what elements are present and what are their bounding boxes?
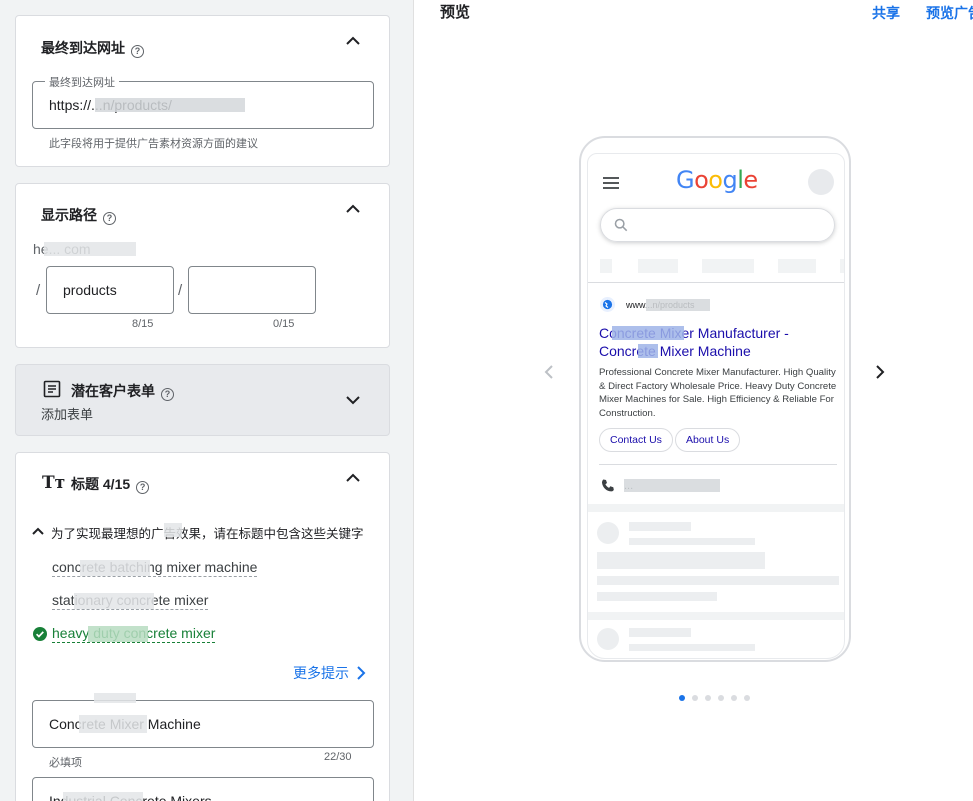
google-logo: Google: [676, 166, 758, 194]
keyword-tip-heading: 为了实现最理想的广告效果，请在标题中包含这些关键字: [51, 527, 364, 541]
section-gap: [588, 504, 844, 512]
chevron-up-icon[interactable]: [341, 197, 365, 221]
headlines-card: Tт 标题 4/15? 为了实现最理想的广告效果，请在标题中包含这些关键字 co…: [15, 452, 390, 801]
chevron-right-icon: [357, 666, 366, 680]
final-url-field-label: 最终到达网址: [45, 74, 119, 90]
chevron-right-icon[interactable]: [870, 362, 890, 382]
lead-form-card[interactable]: 潜在客户表单? 添加表单: [15, 364, 390, 436]
chip-placeholder: [638, 259, 678, 273]
headline1-required: 必填项: [49, 757, 82, 769]
redacted-pixels: [638, 344, 658, 358]
final-url-input[interactable]: 最终到达网址 https://...n/products/: [32, 74, 374, 129]
final-url-card: 最终到达网址? 最终到达网址 https://...n/products/ 此字…: [15, 15, 390, 167]
text-size-icon: Tт: [42, 473, 66, 493]
chip-placeholder: [778, 259, 816, 273]
chevron-up-small-icon[interactable]: [30, 523, 46, 539]
redacted-pixels: [44, 242, 136, 256]
display-path-card: 显示路径? he... com / products 8/15 / 0/15: [15, 183, 390, 348]
redacted-pixels: [88, 626, 148, 642]
chevron-up-icon[interactable]: [341, 466, 365, 490]
chevron-up-icon[interactable]: [341, 29, 365, 53]
path1-input[interactable]: products: [46, 266, 174, 314]
share-link[interactable]: 共享: [872, 3, 900, 23]
help-icon[interactable]: ?: [131, 45, 144, 58]
page-dot[interactable]: [744, 695, 750, 701]
redacted-pixels: [74, 593, 154, 609]
path-separator: /: [36, 282, 41, 299]
result-placeholder: [597, 552, 765, 569]
section-gap: [588, 612, 844, 620]
preview-ad-link[interactable]: 预览广告: [926, 3, 973, 23]
result-placeholder: [629, 522, 691, 531]
more-tips-link[interactable]: 更多提示: [293, 663, 367, 683]
chip-placeholder: [600, 259, 612, 273]
chip-placeholder: [702, 259, 754, 273]
result-placeholder-icon: [597, 522, 619, 544]
path2-counter: 0/15: [273, 318, 295, 330]
result-placeholder: [629, 538, 755, 545]
redacted-pixels: [612, 326, 684, 340]
redacted-pixels: [646, 299, 710, 311]
globe-icon: [600, 297, 615, 312]
phone-preview: Google www...n/products Concrete Mixer M…: [579, 136, 851, 662]
path1-value: products: [63, 282, 117, 298]
final-url-title: 最终到达网址?: [41, 38, 144, 58]
search-bar: [600, 208, 835, 242]
final-url-hint: 此字段将用于提供广告素材资源方面的建议: [49, 138, 258, 150]
headline1-input[interactable]: Concrete Mixer Machine: [32, 700, 374, 748]
chevron-left-icon[interactable]: [539, 362, 559, 382]
divider: [599, 464, 837, 465]
check-circle-icon: [33, 627, 47, 641]
path-separator: /: [178, 282, 183, 299]
help-icon[interactable]: ?: [103, 212, 116, 225]
sitelink-about-us[interactable]: About Us: [675, 428, 741, 452]
result-placeholder: [597, 592, 717, 601]
redacted-pixels: [624, 479, 720, 492]
lead-form-title: 潜在客户表单?: [71, 381, 174, 401]
redacted-pixels: [79, 715, 147, 733]
help-icon[interactable]: ?: [136, 481, 150, 494]
ad-description: Professional Concrete Mixer Manufacturer…: [599, 367, 837, 419]
avatar: [808, 169, 834, 195]
headline2-input[interactable]: Industrial Concrete Mixers: [32, 777, 374, 801]
page-dot-active[interactable]: [679, 695, 685, 701]
result-placeholder: [597, 576, 839, 585]
redacted-pixels: [95, 98, 245, 112]
redacted-pixels: [164, 523, 182, 537]
lead-form-subtitle: 添加表单: [41, 407, 94, 422]
redacted-pixels: [63, 792, 143, 801]
phone-icon: [600, 478, 616, 494]
redacted-pixels: [94, 693, 136, 703]
chip-placeholder: [840, 259, 844, 273]
page-dot[interactable]: [731, 695, 737, 701]
redacted-pixels: [80, 560, 150, 576]
page-dot[interactable]: [692, 695, 698, 701]
path2-input[interactable]: [188, 266, 316, 314]
result-placeholder: [629, 628, 691, 637]
hamburger-menu-icon: [602, 176, 620, 190]
phone-screen: Google www...n/products Concrete Mixer M…: [587, 153, 845, 659]
preview-title: 预览: [440, 4, 471, 21]
divider: [588, 282, 844, 283]
form-icon: [43, 380, 61, 398]
result-placeholder: [629, 644, 755, 651]
left-panel: 最终到达网址? 最终到达网址 https://...n/products/ 此字…: [0, 0, 414, 801]
result-placeholder-icon: [597, 628, 619, 650]
page-dot[interactable]: [718, 695, 724, 701]
sitelink-contact-us[interactable]: Contact Us: [599, 428, 673, 452]
chevron-down-icon[interactable]: [341, 388, 365, 412]
headline1-counter: 22/30: [324, 751, 352, 763]
search-icon: [614, 218, 628, 232]
path1-counter: 8/15: [132, 318, 154, 330]
page-dot[interactable]: [705, 695, 711, 701]
display-path-title: 显示路径?: [41, 205, 116, 225]
help-icon[interactable]: ?: [161, 388, 174, 401]
headlines-title: 标题 4/15?: [71, 474, 150, 494]
